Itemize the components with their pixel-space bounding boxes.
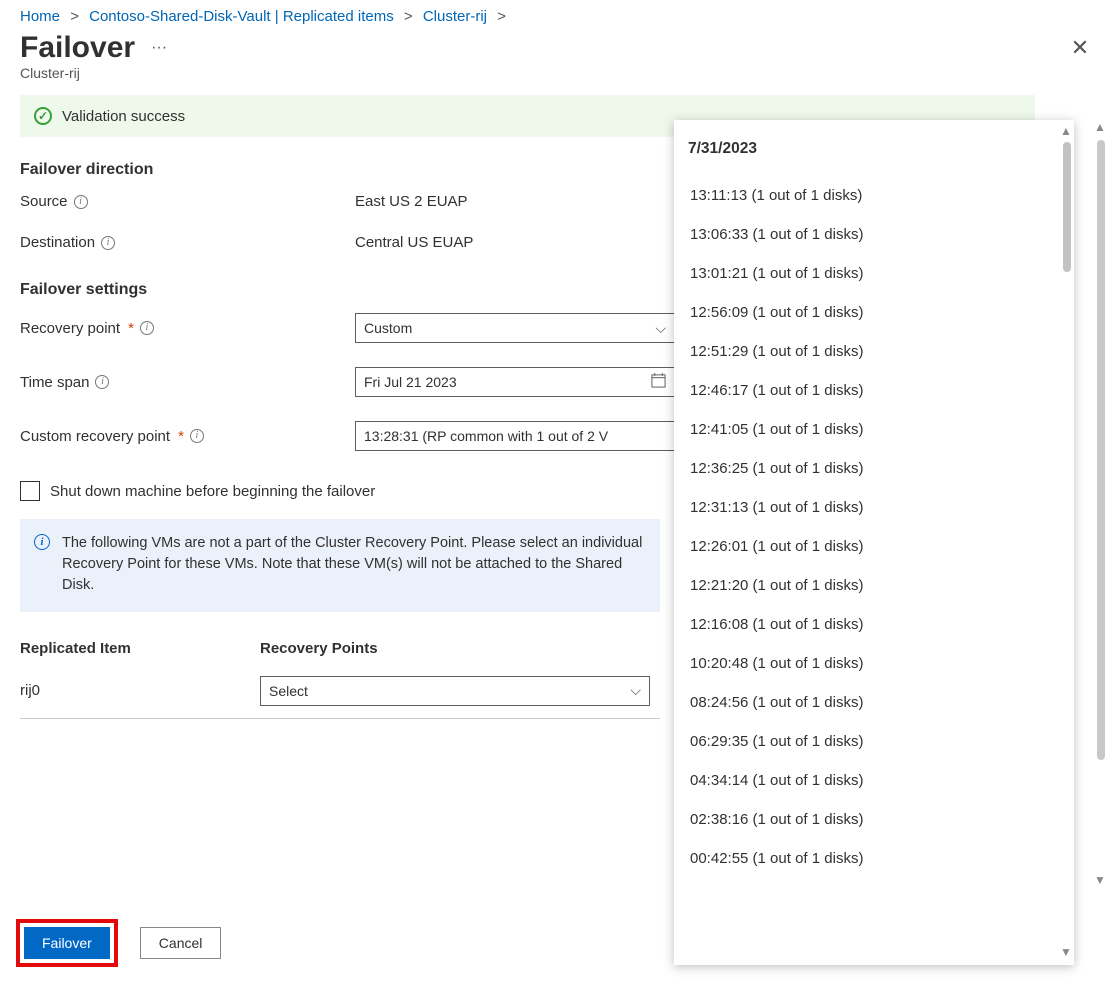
- close-icon[interactable]: ✕: [1066, 35, 1094, 61]
- custom-rp-value: 13:28:31 (RP common with 1 out of 2 V: [364, 428, 608, 444]
- info-icon[interactable]: i: [190, 429, 204, 443]
- cancel-button[interactable]: Cancel: [140, 927, 222, 959]
- highlight-box: Failover: [16, 919, 118, 967]
- flyout-item[interactable]: 12:36:25 (1 out of 1 disks): [688, 449, 1044, 488]
- time-span-value: Fri Jul 21 2023: [364, 374, 457, 390]
- source-label: Source: [20, 193, 68, 210]
- scroll-down-icon[interactable]: ▼: [1092, 873, 1108, 889]
- chevron-down-icon: ⌵: [630, 682, 641, 699]
- custom-rp-label: Custom recovery point: [20, 428, 170, 445]
- col-recovery-points: Recovery Points: [260, 640, 378, 657]
- col-replicated-item: Replicated Item: [20, 640, 260, 657]
- time-span-label: Time span: [20, 374, 89, 391]
- scroll-up-icon[interactable]: ▲: [1058, 124, 1074, 140]
- recovery-point-select[interactable]: Custom ⌵: [355, 313, 675, 343]
- breadcrumb-sep: >: [70, 8, 79, 25]
- flyout-item[interactable]: 00:42:55 (1 out of 1 disks): [688, 839, 1044, 878]
- calendar-icon: [651, 373, 666, 392]
- info-icon[interactable]: i: [95, 375, 109, 389]
- destination-value: Central US EUAP: [355, 234, 473, 251]
- recovery-point-flyout: 7/31/2023 13:11:13 (1 out of 1 disks) 13…: [674, 120, 1074, 965]
- failover-button[interactable]: Failover: [24, 927, 110, 959]
- flyout-item[interactable]: 12:41:05 (1 out of 1 disks): [688, 410, 1044, 449]
- info-icon[interactable]: i: [74, 195, 88, 209]
- recovery-point-label: Recovery point: [20, 320, 120, 337]
- flyout-item[interactable]: 04:34:14 (1 out of 1 disks): [688, 761, 1044, 800]
- source-value: East US 2 EUAP: [355, 193, 468, 210]
- breadcrumb-sep: >: [404, 8, 413, 25]
- flyout-date-header: 7/31/2023: [688, 140, 1044, 158]
- scroll-up-icon[interactable]: ▲: [1092, 120, 1108, 136]
- replicated-item-name: rij0: [20, 682, 260, 699]
- info-icon: i: [34, 534, 50, 550]
- destination-label: Destination: [20, 234, 95, 251]
- flyout-item[interactable]: 12:21:20 (1 out of 1 disks): [688, 566, 1044, 605]
- recovery-point-value: Custom: [364, 320, 412, 336]
- recovery-point-row-value: Select: [269, 683, 308, 699]
- breadcrumb-vault[interactable]: Contoso-Shared-Disk-Vault | Replicated i…: [89, 8, 394, 25]
- recovery-point-row-select[interactable]: Select ⌵: [260, 676, 650, 706]
- page-scrollbar: ▲ ▼: [1092, 120, 1108, 889]
- scroll-down-icon[interactable]: ▼: [1058, 945, 1074, 961]
- breadcrumb-home[interactable]: Home: [20, 8, 60, 25]
- page-scrollbar-thumb[interactable]: [1097, 140, 1105, 760]
- info-icon[interactable]: i: [140, 321, 154, 335]
- validation-text: Validation success: [62, 108, 185, 125]
- flyout-item[interactable]: 13:06:33 (1 out of 1 disks): [688, 215, 1044, 254]
- more-actions-button[interactable]: ···: [151, 39, 167, 57]
- flyout-item[interactable]: 10:20:48 (1 out of 1 disks): [688, 644, 1044, 683]
- flyout-item[interactable]: 08:24:56 (1 out of 1 disks): [688, 683, 1044, 722]
- flyout-item[interactable]: 12:56:09 (1 out of 1 disks): [688, 293, 1044, 332]
- info-icon[interactable]: i: [101, 236, 115, 250]
- replicated-items-table: Replicated Item Recovery Points rij0 Sel…: [20, 634, 660, 719]
- vm-note-text: The following VMs are not a part of the …: [62, 535, 642, 593]
- breadcrumb-cluster[interactable]: Cluster-rij: [423, 8, 487, 25]
- table-header: Replicated Item Recovery Points: [20, 634, 660, 663]
- shutdown-checkbox-label: Shut down machine before beginning the f…: [50, 483, 375, 500]
- flyout-item[interactable]: 12:46:17 (1 out of 1 disks): [688, 371, 1044, 410]
- required-mark: *: [178, 428, 184, 445]
- flyout-item[interactable]: 13:11:13 (1 out of 1 disks): [688, 176, 1044, 215]
- flyout-item[interactable]: 12:26:01 (1 out of 1 disks): [688, 527, 1044, 566]
- flyout-item[interactable]: 12:51:29 (1 out of 1 disks): [688, 332, 1044, 371]
- flyout-item[interactable]: 12:31:13 (1 out of 1 disks): [688, 488, 1044, 527]
- page-header: Failover ··· ✕: [0, 31, 1114, 65]
- footer-bar: Failover Cancel: [16, 919, 221, 967]
- shutdown-checkbox[interactable]: [20, 481, 40, 501]
- chevron-down-icon: ⌵: [655, 320, 666, 337]
- breadcrumb: Home > Contoso-Shared-Disk-Vault | Repli…: [0, 0, 1114, 31]
- flyout-scrollbar-thumb[interactable]: [1063, 142, 1071, 272]
- check-circle-icon: ✓: [34, 107, 52, 125]
- flyout-item[interactable]: 02:38:16 (1 out of 1 disks): [688, 800, 1044, 839]
- page-title: Failover: [20, 31, 135, 65]
- flyout-item[interactable]: 06:29:35 (1 out of 1 disks): [688, 722, 1044, 761]
- required-mark: *: [128, 320, 134, 337]
- page-subtitle: Cluster-rij: [0, 65, 1114, 95]
- custom-recovery-point-select[interactable]: 13:28:31 (RP common with 1 out of 2 V: [355, 421, 675, 451]
- vm-note: i The following VMs are not a part of th…: [20, 519, 660, 612]
- flyout-item[interactable]: 13:01:21 (1 out of 1 disks): [688, 254, 1044, 293]
- flyout-item[interactable]: 12:16:08 (1 out of 1 disks): [688, 605, 1044, 644]
- breadcrumb-sep: >: [497, 8, 506, 25]
- table-row: rij0 Select ⌵: [20, 663, 660, 719]
- time-span-picker[interactable]: Fri Jul 21 2023: [355, 367, 675, 397]
